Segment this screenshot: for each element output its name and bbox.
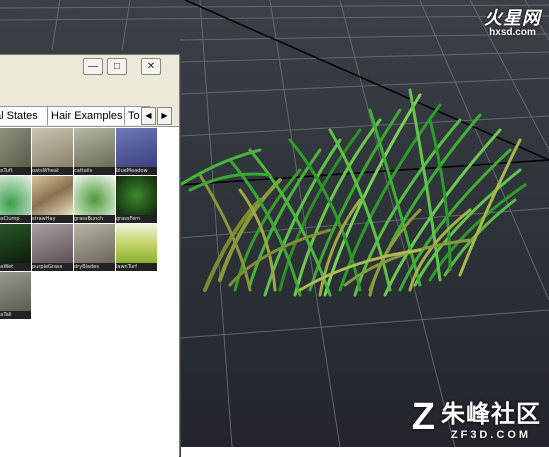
thumbnail-cattails[interactable]: cattails xyxy=(74,128,115,175)
thumbnail-label: cattails xyxy=(74,167,115,175)
wheat-photo-icon xyxy=(32,128,73,167)
thumbnail-label: grassBunch xyxy=(74,215,115,223)
thumbnail-strawHay[interactable]: strawHay xyxy=(32,176,73,223)
grass-photo-icon xyxy=(0,128,31,167)
thumbnail-lawnTurf[interactable]: lawnTurf xyxy=(116,224,157,271)
cattail-photo-icon xyxy=(74,128,115,167)
zf3d-name: 朱峰社区 xyxy=(441,401,541,428)
thumbnail-grassTuft[interactable]: grassTuft xyxy=(0,128,31,175)
thumbnail-grassTall[interactable]: grassTall xyxy=(0,272,31,319)
fern-grass-icon xyxy=(116,176,157,215)
thumbnail-label: grassFern xyxy=(116,215,157,223)
thumbnail-label: strawHay xyxy=(32,215,73,223)
thumbnail-grassWet[interactable]: grassWet xyxy=(0,224,31,271)
grass-bunch-icon xyxy=(74,176,115,215)
tab-bar: al States Hair Examples To ◀ ▶ xyxy=(0,106,179,126)
zf3d-watermark: Z 朱峰社区 ZF3D.COM xyxy=(412,394,541,441)
visor-window[interactable]: — □ ✕ al States Hair Examples To ◀ ▶ gra… xyxy=(0,54,180,457)
tall-grass-icon xyxy=(0,272,31,311)
thumbnail-label: grassClump xyxy=(0,215,31,223)
blue-grass-icon xyxy=(116,128,157,167)
minimize-button[interactable]: — xyxy=(83,58,103,75)
tab-scroll-left-button[interactable]: ◀ xyxy=(141,107,156,125)
thumbnail-label: lawnTurf xyxy=(116,263,157,271)
tab-hair-examples[interactable]: Hair Examples xyxy=(47,106,129,125)
thumbnail-dryBlades[interactable]: dryBlades xyxy=(74,224,115,271)
thumbnail-label: grassTuft xyxy=(0,167,31,175)
hxsd-url: hxsd.com xyxy=(489,27,536,38)
window-titlebar[interactable]: — □ ✕ xyxy=(0,55,179,77)
zf3d-url: ZF3D.COM xyxy=(450,429,532,441)
zf3d-logo-icon: Z xyxy=(411,396,435,438)
dark-grass-icon xyxy=(0,224,31,263)
hxsd-watermark: 火星网 hxsd.com xyxy=(484,4,541,38)
thumbnail-grassClump[interactable]: grassClump xyxy=(0,176,31,223)
thumbnail-label: grassWet xyxy=(0,263,31,271)
maximize-button[interactable]: □ xyxy=(107,58,127,75)
green-grass-icon xyxy=(0,176,31,215)
tab-scroll-right-button[interactable]: ▶ xyxy=(157,107,172,125)
thumbnail-label: dryBlades xyxy=(74,263,115,271)
thumbnail-label: grassTall xyxy=(0,311,31,319)
thumbnail-grassFern[interactable]: grassFern xyxy=(116,176,157,223)
thumbnail-grid: grassTuft oatsWheat cattails blueMeadow … xyxy=(0,126,179,457)
thumbnail-purpleGrass[interactable]: purpleGrass xyxy=(32,224,73,271)
grass-patch xyxy=(178,88,527,297)
thumbnail-label: purpleGrass xyxy=(32,263,73,271)
thumbnail-blueMeadow[interactable]: blueMeadow xyxy=(116,128,157,175)
thumbnail-oatsWheat[interactable]: oatsWheat xyxy=(32,128,73,175)
purple-grass-icon xyxy=(32,224,73,263)
thumbnail-grassBunch[interactable]: grassBunch xyxy=(74,176,115,223)
lawn-icon xyxy=(116,224,157,263)
close-button[interactable]: ✕ xyxy=(141,58,161,75)
thumbnail-label: blueMeadow xyxy=(116,167,157,175)
tab-material-states[interactable]: al States xyxy=(0,106,50,125)
thumbnail-label: oatsWheat xyxy=(32,167,73,175)
dry-blades-icon xyxy=(74,224,115,263)
straw-icon xyxy=(32,176,73,215)
